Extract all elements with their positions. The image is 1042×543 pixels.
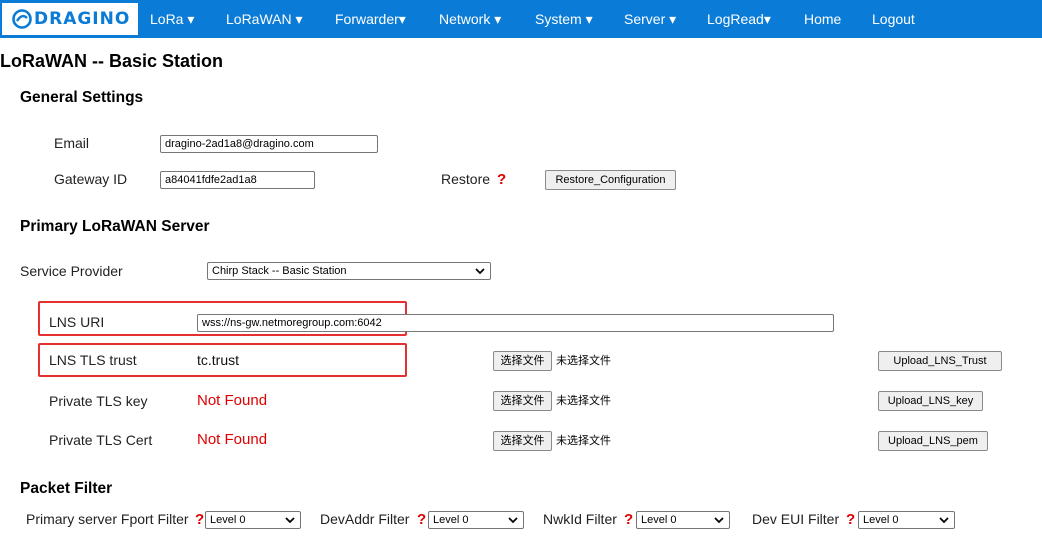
nav-lora[interactable]: LoRa ▾: [150, 0, 194, 38]
lns-uri-label: LNS URI: [49, 314, 105, 330]
caret-down-icon: ▾: [585, 11, 593, 27]
chevron-down-icon: [939, 517, 949, 524]
chevron-down-icon: [508, 517, 518, 524]
primary-server-heading: Primary LoRaWAN Server: [20, 218, 210, 235]
deveui-filter-label: Dev EUI Filter: [752, 511, 840, 527]
fport-filter-select[interactable]: Level 0: [205, 511, 301, 529]
page-title: LoRaWAN -- Basic Station: [0, 51, 224, 71]
upload-lns-pem-button[interactable]: Upload_LNS_pem: [878, 431, 988, 451]
general-settings-heading: General Settings: [20, 89, 144, 106]
nav-network-label: Network: [439, 11, 491, 27]
devaddr-filter-label: DevAddr Filter: [320, 511, 410, 527]
caret-down-icon: ▾: [295, 11, 303, 27]
service-provider-selected-value: Chirp Stack -- Basic Station: [212, 265, 347, 277]
nwkid-help-question-icon[interactable]: ?: [624, 511, 633, 529]
nav-logout-label: Logout: [872, 11, 915, 27]
brand-logo[interactable]: DRAGINO: [2, 3, 138, 35]
devaddr-filter-select[interactable]: Level 0: [428, 511, 524, 529]
devaddr-help-question-icon[interactable]: ?: [417, 511, 426, 529]
email-input[interactable]: dragino-2ad1a8@dragino.com: [160, 135, 378, 153]
nav-home-label: Home: [804, 11, 842, 27]
nav-system-label: System: [535, 11, 582, 27]
restore-label: Restore: [441, 171, 491, 187]
caret-down-icon: ▾: [398, 11, 406, 27]
email-label: Email: [54, 135, 90, 151]
restore-configuration-button[interactable]: Restore_Configuration: [545, 170, 676, 190]
nav-network[interactable]: Network ▾: [439, 0, 501, 38]
nav-logread-label: LogRead: [707, 11, 764, 27]
deveui-help-question-icon[interactable]: ?: [846, 511, 855, 529]
fport-filter-label: Primary server Fport Filter: [26, 511, 189, 527]
nav-server-label: Server: [624, 11, 666, 27]
chevron-down-icon: [475, 268, 485, 275]
nav-forwarder[interactable]: Forwarder▾: [335, 0, 406, 38]
upload-lns-key-button[interactable]: Upload_LNS_key: [878, 391, 983, 411]
nav-logread[interactable]: LogRead▾: [707, 0, 771, 38]
nav-logout[interactable]: Logout: [872, 0, 915, 38]
brand-name: DRAGINO: [34, 9, 131, 29]
upload-lns-trust-button[interactable]: Upload_LNS_Trust: [878, 351, 1002, 371]
gateway-id-input[interactable]: a84041fdfe2ad1a8: [160, 171, 315, 189]
caret-down-icon: ▾: [763, 11, 771, 27]
fport-help-question-icon[interactable]: ?: [195, 511, 204, 529]
private-tls-cert-label: Private TLS Cert: [49, 432, 153, 448]
choose-file-cert-button[interactable]: 选择文件: [493, 431, 552, 451]
choose-file-trust-button[interactable]: 选择文件: [493, 351, 552, 371]
no-file-key-text: 未选择文件: [556, 395, 611, 407]
caret-down-icon: ▾: [494, 11, 502, 27]
lns-uri-input[interactable]: wss://ns-gw.netmoregroup.com:6042: [197, 314, 834, 332]
nav-home[interactable]: Home: [804, 0, 841, 38]
nav-lorawan-label: LoRaWAN: [226, 11, 292, 27]
nwkid-filter-select[interactable]: Level 0: [636, 511, 730, 529]
nav-lorawan[interactable]: LoRaWAN ▾: [226, 0, 303, 38]
private-tls-key-status: Not Found: [197, 392, 268, 409]
choose-file-key-button[interactable]: 选择文件: [493, 391, 552, 411]
private-tls-cert-status: Not Found: [197, 431, 268, 448]
caret-down-icon: ▾: [187, 11, 195, 27]
deveui-filter-select[interactable]: Level 0: [858, 511, 955, 529]
lns-tls-trust-value: tc.trust: [197, 352, 240, 368]
devaddr-filter-value: Level 0: [433, 514, 469, 526]
service-provider-label: Service Provider: [20, 263, 123, 279]
nwkid-filter-label: NwkId Filter: [543, 511, 617, 527]
chevron-down-icon: [285, 517, 295, 524]
caret-down-icon: ▾: [669, 11, 677, 27]
private-tls-key-label: Private TLS key: [49, 393, 148, 409]
gateway-id-label: Gateway ID: [54, 171, 128, 187]
no-file-cert-text: 未选择文件: [556, 435, 611, 447]
packet-filter-heading: Packet Filter: [20, 480, 113, 497]
service-provider-select[interactable]: Chirp Stack -- Basic Station: [207, 262, 491, 280]
lns-tls-trust-label: LNS TLS trust: [49, 352, 137, 368]
nwkid-filter-value: Level 0: [641, 514, 677, 526]
help-question-icon[interactable]: ?: [497, 171, 506, 189]
nav-lora-label: LoRa: [150, 11, 184, 27]
nav-forwarder-label: Forwarder: [335, 11, 399, 27]
nav-server[interactable]: Server ▾: [624, 0, 676, 38]
dragino-logo-icon: [12, 9, 32, 29]
deveui-filter-value: Level 0: [863, 514, 899, 526]
no-file-trust-text: 未选择文件: [556, 355, 611, 367]
fport-filter-value: Level 0: [210, 514, 246, 526]
chevron-down-icon: [714, 517, 724, 524]
nav-system[interactable]: System ▾: [535, 0, 593, 38]
